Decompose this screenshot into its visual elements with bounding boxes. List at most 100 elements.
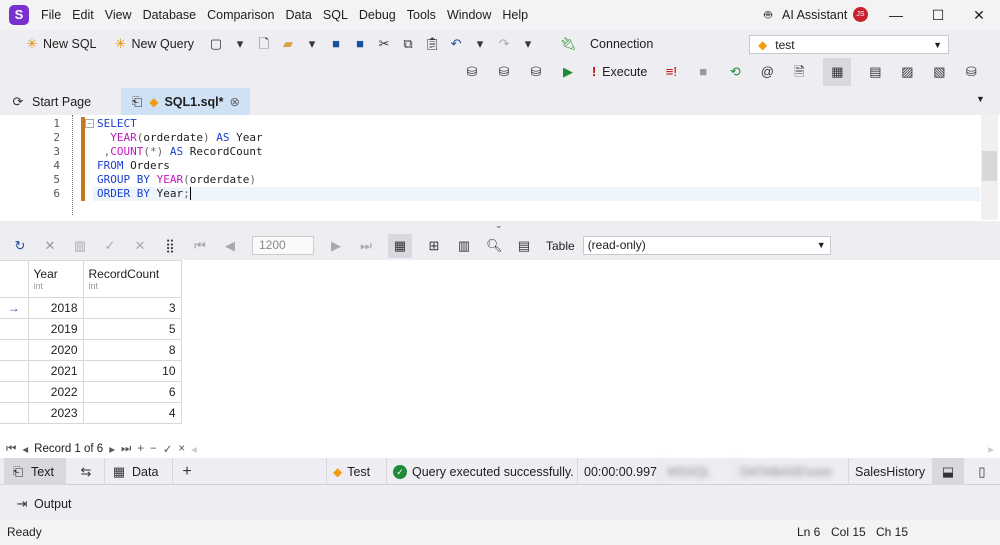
execute-button[interactable]: ! Execute [592, 65, 647, 79]
menu-tools[interactable]: Tools [407, 8, 436, 22]
cell-year[interactable]: 2023 [27, 402, 84, 424]
database-refresh-icon[interactable]: ⛁ [496, 64, 512, 80]
grid-export-icon[interactable]: ▦ [823, 58, 852, 86]
cell-year[interactable]: 2021 [27, 360, 84, 382]
dropdown-icon[interactable]: ▾ [304, 36, 320, 52]
grid-view-icon[interactable]: ▦ [388, 233, 412, 258]
ai-assistant-button[interactable]: 🤖︎ AI Assistant [760, 7, 847, 23]
editor-scrollbar[interactable] [981, 115, 998, 220]
results-grid[interactable]: Year int RecordCount int → 2018 3 2019 5 2020… [0, 260, 1000, 440]
import-icon[interactable]: ▧ [931, 64, 947, 80]
add-tab-button[interactable]: + [172, 458, 201, 485]
close-tab-icon[interactable]: ⊗ [230, 94, 240, 109]
column-header-year[interactable]: Year int [27, 260, 84, 298]
cancel-record-icon[interactable]: × [178, 443, 185, 455]
card-view-icon[interactable]: ⊞ [426, 238, 442, 254]
add-record-icon[interactable]: + [137, 443, 144, 455]
menu-database[interactable]: Database [143, 8, 197, 22]
view-mode-select[interactable]: (read-only) ▼ [582, 236, 831, 255]
prev-page-icon[interactable]: ◀ [222, 238, 238, 254]
sql-code[interactable]: SELECT YEAR(orderdate) AS Year ,COUNT(*)… [97, 117, 263, 201]
new-query-button[interactable]: ✳ New Query [113, 36, 194, 52]
tab-data[interactable]: ▦ Data [104, 458, 164, 485]
dropdown-icon[interactable]: ▾ [520, 36, 536, 52]
next-page-icon[interactable]: ▶ [328, 238, 344, 254]
copy-icon[interactable]: ⧉ [400, 36, 416, 52]
menu-data[interactable]: Data [285, 8, 311, 22]
save-all-icon[interactable]: ■ [352, 36, 368, 52]
menu-debug[interactable]: Debug [359, 8, 396, 22]
first-page-icon[interactable]: ⏮ [192, 238, 208, 254]
tab-text[interactable]: ⎗ Text [4, 458, 66, 485]
email-icon[interactable]: @ [759, 64, 775, 80]
table-row[interactable]: 2020 8 [0, 339, 182, 361]
sql-editor[interactable]: 123456 − SELECT YEAR(orderdate) AS Year … [0, 115, 1000, 221]
cancel-icon[interactable]: ✕ [42, 238, 58, 254]
cell-recordcount[interactable]: 6 [82, 381, 182, 403]
menu-view[interactable]: View [105, 8, 132, 22]
close-button[interactable]: ✕ [969, 5, 989, 25]
menu-help[interactable]: Help [502, 8, 528, 22]
history-icon[interactable]: ⟲ [727, 64, 743, 80]
last-page-icon[interactable]: ⏭ [358, 238, 374, 254]
undo-icon[interactable]: ↶ [448, 36, 464, 52]
single-layout-button[interactable]: ▯ [968, 458, 996, 485]
chart-icon[interactable]: ▨ [899, 64, 915, 80]
execute-batch-icon[interactable]: ≡! [663, 64, 679, 80]
cell-year[interactable]: 2018 [27, 297, 84, 319]
last-record-icon[interactable]: ⏭ [121, 443, 131, 456]
filter-icon[interactable]: ▤ [516, 238, 532, 254]
table-row[interactable]: 2023 4 [0, 402, 182, 424]
dropdown-icon[interactable]: ▾ [472, 36, 488, 52]
cell-recordcount[interactable]: 8 [82, 339, 182, 361]
columns-icon[interactable]: ▥ [456, 238, 472, 254]
tab-sql1[interactable]: ⎗ ◆ SQL1.sql* ⊗ [121, 88, 250, 115]
discard-icon[interactable]: ✕ [132, 238, 148, 254]
run-icon[interactable]: ▶ [560, 64, 576, 80]
new-file-icon[interactable]: 🗋 [256, 36, 272, 52]
apply-icon[interactable]: ✓ [102, 238, 118, 254]
stop-icon[interactable]: ■ [695, 64, 711, 80]
cell-recordcount[interactable]: 5 [82, 318, 182, 340]
menu-sql[interactable]: SQL [323, 8, 348, 22]
cell-year[interactable]: 2022 [27, 381, 84, 403]
cell-recordcount[interactable]: 10 [82, 360, 182, 382]
minimize-button[interactable]: — [886, 5, 906, 25]
table-row[interactable]: 2019 5 [0, 318, 182, 340]
cell-recordcount[interactable]: 3 [82, 297, 182, 319]
database-check-icon[interactable]: ⛁ [528, 64, 544, 80]
first-record-icon[interactable]: ⏮ [6, 443, 16, 456]
fold-collapse-icon[interactable]: − [85, 119, 94, 128]
database-report-icon[interactable]: ⛁ [963, 64, 979, 80]
database-edit-icon[interactable]: ⛁ [464, 64, 480, 80]
connection-select[interactable]: ◆ test ▼ [749, 35, 949, 54]
insert-row-icon[interactable]: ▥ [72, 238, 88, 254]
tab-start-page[interactable]: ⟳ Start Page [0, 88, 120, 115]
redo-icon[interactable]: ↷ [496, 36, 512, 52]
menu-edit[interactable]: Edit [72, 8, 94, 22]
next-record-icon[interactable]: ▸ [109, 442, 115, 456]
dropdown-icon[interactable]: ▾ [232, 36, 248, 52]
open-folder-icon[interactable]: ▰ [280, 36, 296, 52]
page-size-select[interactable]: 1200 [252, 236, 314, 255]
output-tab[interactable]: ⇥ Output [14, 496, 72, 512]
table-row[interactable]: → 2018 3 [0, 297, 182, 319]
save-icon[interactable]: ■ [328, 36, 344, 52]
prev-record-icon[interactable]: ◂ [22, 442, 28, 456]
new-object-icon[interactable]: ▢ [208, 36, 224, 52]
export-icon[interactable]: 🗎 [791, 64, 807, 80]
menu-window[interactable]: Window [447, 8, 491, 22]
maximize-button[interactable]: ☐ [928, 5, 948, 25]
table-row[interactable]: 2022 6 [0, 381, 182, 403]
swap-icon[interactable]: ⇆ [72, 458, 100, 485]
pivot-icon[interactable]: ▤ [867, 64, 883, 80]
new-sql-button[interactable]: ✳ New SQL [24, 36, 97, 52]
apply-record-icon[interactable]: ✓ [163, 442, 173, 456]
delete-record-icon[interactable]: − [150, 443, 157, 455]
hscroll-left-icon[interactable]: ◂ [191, 442, 197, 456]
menu-comparison[interactable]: Comparison [207, 8, 274, 22]
split-layout-button[interactable]: ⬓ [932, 458, 964, 485]
refresh-icon[interactable]: ↻ [12, 238, 28, 254]
column-header-recordcount[interactable]: RecordCount int [82, 260, 182, 298]
hscroll-right-icon[interactable]: ▸ [988, 442, 994, 456]
